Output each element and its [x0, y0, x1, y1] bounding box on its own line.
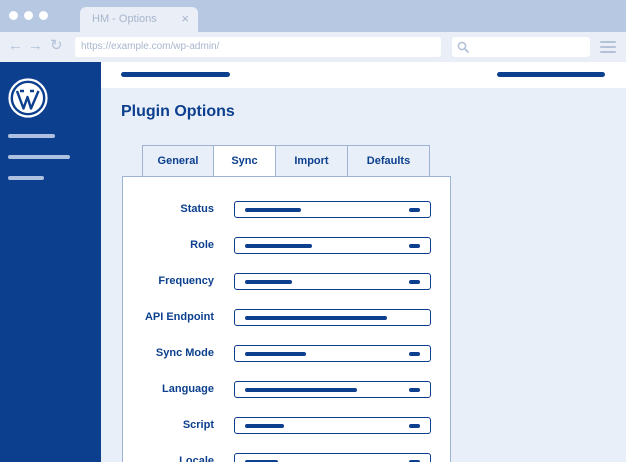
- field-label: API Endpoint: [144, 311, 214, 323]
- browser-search-field[interactable]: [452, 37, 590, 57]
- window-minimize-dot[interactable]: [24, 11, 33, 20]
- sidebar-item[interactable]: [8, 155, 70, 159]
- field-label: Role: [190, 239, 214, 251]
- tab-close-icon[interactable]: ×: [181, 11, 189, 26]
- tab-import[interactable]: Import: [275, 145, 348, 177]
- select-field[interactable]: [234, 345, 431, 362]
- sidebar-item[interactable]: [8, 134, 55, 138]
- window-close-dot[interactable]: [9, 11, 18, 20]
- admin-topbar-right-item[interactable]: [497, 72, 605, 77]
- dropdown-indicator-icon[interactable]: [409, 424, 420, 428]
- text-input-field[interactable]: [234, 309, 431, 326]
- dropdown-indicator-icon[interactable]: [409, 280, 420, 284]
- dropdown-indicator-icon[interactable]: [409, 208, 420, 212]
- select-field[interactable]: [234, 381, 431, 398]
- address-url: https://example.com/wp-admin/: [81, 41, 220, 52]
- page-title: Plugin Options: [121, 103, 235, 120]
- field-value-placeholder: [245, 316, 387, 320]
- field-value-placeholder: [245, 388, 357, 392]
- sidebar-item[interactable]: [8, 176, 44, 180]
- select-field[interactable]: [234, 417, 431, 434]
- back-arrow-icon[interactable]: ←: [8, 38, 23, 54]
- browser-tab[interactable]: HM - Options ×: [80, 7, 198, 32]
- field-value-placeholder: [245, 424, 284, 428]
- field-label: Status: [180, 203, 214, 215]
- browser-toolbar: ← → ↻ https://example.com/wp-admin/: [0, 32, 626, 62]
- tab-sync[interactable]: Sync: [213, 145, 276, 178]
- hamburger-menu-icon[interactable]: [600, 41, 616, 53]
- field-label: Language: [162, 383, 214, 395]
- dropdown-indicator-icon[interactable]: [409, 244, 420, 248]
- dropdown-indicator-icon[interactable]: [409, 352, 420, 356]
- select-field[interactable]: [234, 273, 431, 290]
- reload-icon[interactable]: ↻: [50, 38, 63, 54]
- browser-tab-title: HM - Options: [92, 13, 157, 25]
- admin-sidebar: [0, 62, 101, 462]
- forward-arrow-icon[interactable]: →: [28, 38, 43, 54]
- window-maximize-dot[interactable]: [39, 11, 48, 20]
- field-label: Locale: [179, 455, 214, 462]
- field-label: Sync Mode: [155, 347, 214, 359]
- tab-general[interactable]: General: [142, 145, 214, 177]
- field-value-placeholder: [245, 244, 312, 248]
- dropdown-indicator-icon[interactable]: [409, 388, 420, 392]
- field-value-placeholder: [245, 208, 301, 212]
- select-field[interactable]: [234, 201, 431, 218]
- wordpress-logo[interactable]: [8, 78, 48, 118]
- field-label: Script: [182, 419, 214, 431]
- field-label: Frequency: [158, 275, 214, 287]
- browser-titlebar: HM - Options ×: [0, 0, 626, 32]
- field-value-placeholder: [245, 352, 306, 356]
- tab-defaults[interactable]: Defaults: [347, 145, 430, 177]
- field-value-placeholder: [245, 280, 292, 284]
- admin-topbar-left-item[interactable]: [121, 72, 230, 77]
- address-bar[interactable]: https://example.com/wp-admin/: [75, 37, 441, 57]
- select-field[interactable]: [234, 237, 431, 254]
- select-field[interactable]: [234, 453, 431, 462]
- admin-topbar: [101, 62, 626, 88]
- search-icon: [457, 41, 469, 53]
